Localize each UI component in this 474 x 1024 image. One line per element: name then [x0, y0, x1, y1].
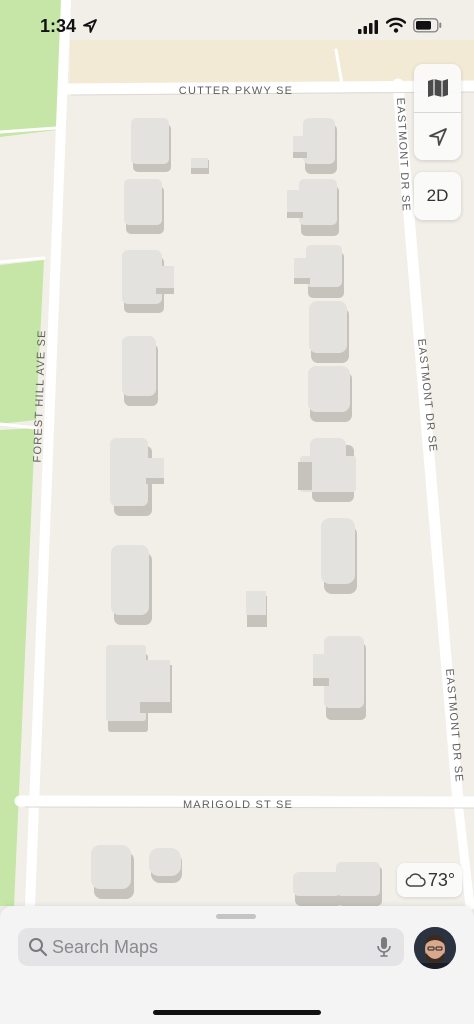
location-arrow-icon [83, 19, 97, 33]
bottom-sheet[interactable]: Search Maps [0, 906, 474, 1024]
temperature-label: 73° [427, 869, 456, 890]
status-bar: 1:34 [0, 0, 474, 54]
map-controls [414, 64, 461, 160]
battery-icon [413, 18, 442, 33]
current-location-button[interactable] [414, 113, 461, 161]
avatar-image [414, 927, 456, 969]
wifi-icon [386, 17, 406, 33]
building [246, 591, 267, 627]
sheet-grabber-handle[interactable] [216, 914, 256, 919]
building [149, 848, 182, 883]
street-label: MARIGOLD ST SE [183, 799, 293, 811]
building [131, 118, 171, 172]
cloud-icon [405, 873, 426, 887]
location-arrow-icon [428, 128, 447, 146]
search-bar[interactable]: Search Maps [18, 928, 404, 966]
weather-badge[interactable]: 73° [397, 863, 462, 897]
building [321, 518, 357, 594]
view-2d-toggle-button[interactable]: 2D [414, 172, 461, 220]
building [308, 366, 352, 422]
building [124, 179, 164, 234]
cellular-signal-icon [358, 20, 378, 34]
status-time: 1:34 [40, 16, 77, 36]
building [122, 336, 158, 406]
building [91, 845, 134, 899]
building [191, 158, 209, 174]
map-icon [427, 79, 448, 97]
microphone-icon[interactable] [376, 936, 392, 958]
home-indicator[interactable] [153, 1010, 321, 1015]
profile-avatar[interactable] [414, 927, 456, 969]
search-input[interactable]: Search Maps [52, 937, 158, 958]
building [309, 301, 349, 363]
building [111, 545, 152, 625]
search-icon [29, 938, 48, 957]
map-mode-button[interactable] [414, 64, 461, 112]
street-label: CUTTER PKWY SE [179, 85, 293, 97]
